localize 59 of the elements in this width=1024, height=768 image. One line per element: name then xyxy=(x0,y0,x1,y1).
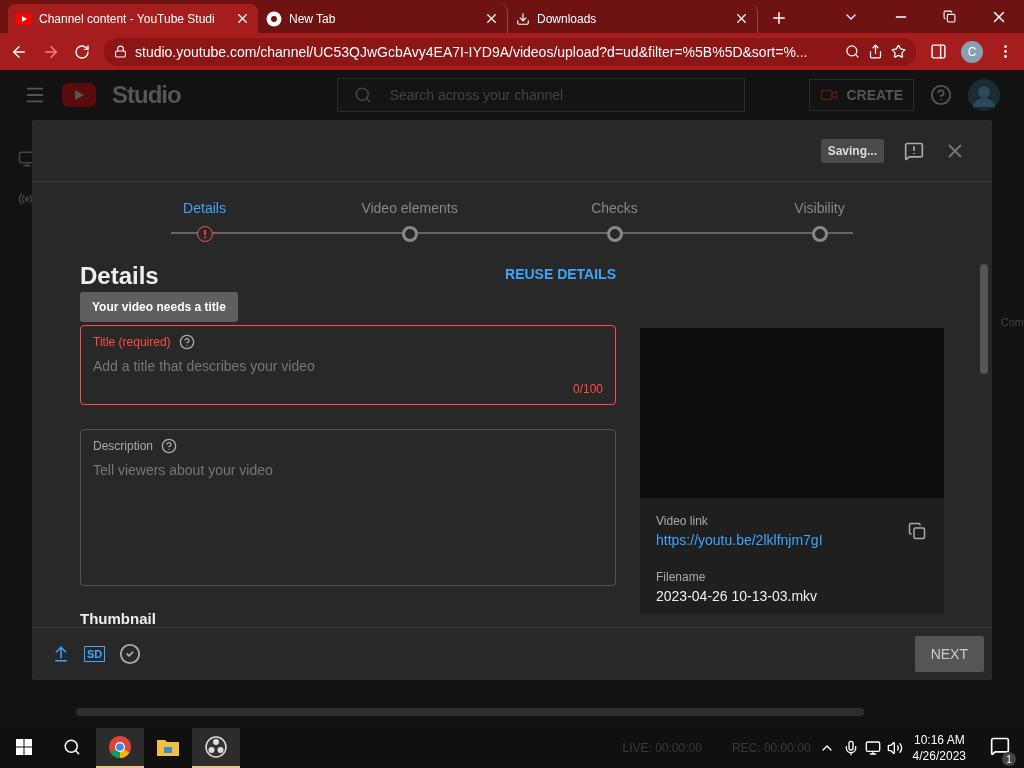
share-icon[interactable] xyxy=(868,44,883,59)
volume-icon[interactable] xyxy=(886,740,903,756)
field-label: Title (required) xyxy=(93,334,171,349)
search-icon[interactable] xyxy=(845,44,860,59)
address-bar[interactable]: studio.youtube.com/channel/UC53QJwGcbAvy4EA7I-IYD9A/videos/upload?d=ud&filter=%5B%5D&sort=%... xyxy=(104,37,916,66)
help-icon[interactable] xyxy=(178,333,195,350)
youtube-logo-icon xyxy=(62,83,96,107)
restore-icon[interactable] xyxy=(943,10,956,23)
step-tab[interactable]: Checks xyxy=(591,200,638,216)
check-icon xyxy=(119,643,142,665)
field-label: Description xyxy=(93,438,154,453)
help-icon[interactable] xyxy=(161,437,178,454)
info-label: Video link xyxy=(656,514,709,528)
notification-count: 1 xyxy=(1002,752,1016,766)
sd-badge: SD xyxy=(84,646,106,662)
windows-icon xyxy=(16,739,32,755)
reuse-details-button[interactable]: REUSE DETAILS xyxy=(505,266,616,282)
side-panel-icon[interactable] xyxy=(930,43,947,60)
close-icon[interactable] xyxy=(734,11,749,26)
next-button[interactable]: NEXT xyxy=(914,636,984,672)
clock-date: 4/26/2023 xyxy=(912,748,966,764)
close-icon[interactable] xyxy=(235,11,250,26)
title-input[interactable]: Add a title that describes your video xyxy=(93,355,603,376)
title-field[interactable]: Title (required) Add a title that describes your video 0/100 xyxy=(80,324,616,405)
section-heading: Details xyxy=(80,262,159,290)
info-label: Filename xyxy=(656,570,707,584)
new-tab-icon[interactable] xyxy=(770,9,788,27)
scrollbar[interactable] xyxy=(980,264,988,374)
close-icon[interactable] xyxy=(484,11,499,26)
filename: 2023-04-26 10-13-03.mkv xyxy=(656,588,819,604)
clock-time: 10:16 AM xyxy=(913,732,965,748)
chrome-icon xyxy=(266,10,282,27)
saving-badge: Saving... xyxy=(820,138,884,163)
step-tab[interactable]: Video elements xyxy=(361,200,458,216)
star-icon[interactable] xyxy=(891,44,906,59)
feedback-icon[interactable] xyxy=(904,140,924,161)
studio-logo: Studio xyxy=(112,81,181,109)
video-link[interactable]: https://youtu.be/2lklfnjm7gI xyxy=(656,532,928,548)
network-icon[interactable] xyxy=(864,740,881,756)
url-text: studio.youtube.com/channel/UC53QJwGcbAvy4EA7I-IYD9A/videos/upload?d=ud&filter=%5B%5D&sort=%... xyxy=(135,43,809,60)
thumbnail-heading: Thumbnail xyxy=(80,610,157,627)
tooltip: Your video needs a title xyxy=(80,292,238,322)
search-icon xyxy=(353,86,372,104)
reload-icon[interactable] xyxy=(74,43,90,60)
obs-icon[interactable] xyxy=(192,728,240,768)
youtube-icon xyxy=(16,12,32,25)
chrome-taskbar-icon[interactable] xyxy=(96,728,144,768)
character-count: 0/100 xyxy=(572,381,603,396)
upload-icon xyxy=(52,645,70,663)
description-input[interactable]: Tell viewers about your video xyxy=(93,459,603,577)
step-tab[interactable]: Details xyxy=(183,200,226,216)
download-icon xyxy=(516,11,530,26)
description-field[interactable]: Description Tell viewers about your video xyxy=(80,428,616,586)
notification-icon[interactable] xyxy=(990,736,1010,756)
lock-icon xyxy=(114,45,127,58)
copy-icon[interactable] xyxy=(908,522,926,540)
scrollbar[interactable] xyxy=(76,708,864,716)
step-tab[interactable]: Visibility xyxy=(794,200,845,216)
browser-tab[interactable]: Channel content - YouTube Studi xyxy=(8,4,258,33)
